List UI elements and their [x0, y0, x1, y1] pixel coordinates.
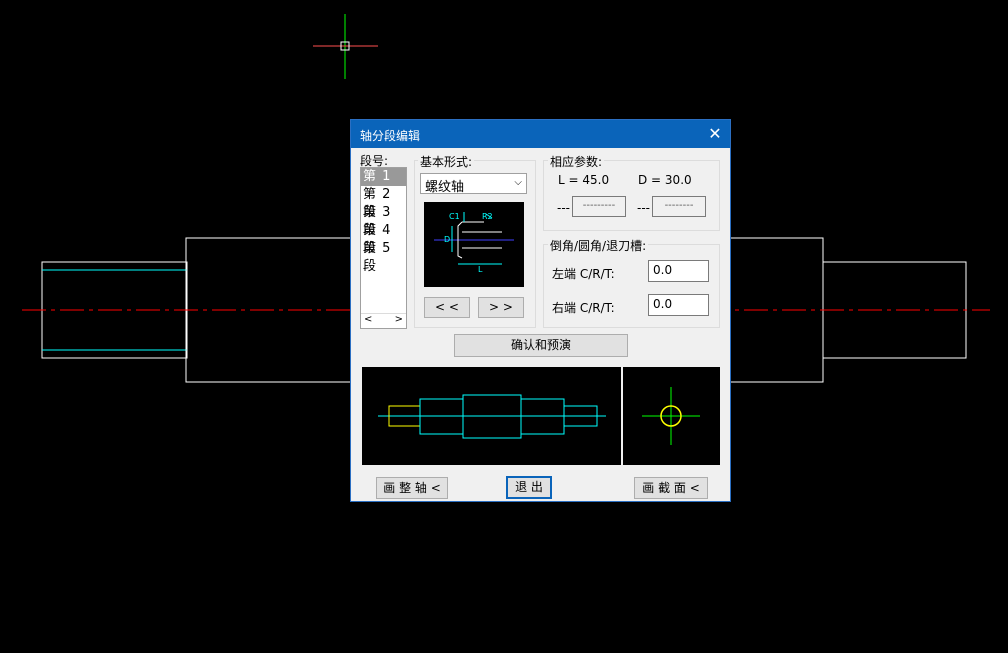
- preview-label-l: L: [478, 265, 483, 274]
- section-preview-panel: [623, 367, 720, 465]
- param-extra2-field[interactable]: --------: [652, 196, 706, 217]
- param-l-value: L = 45.0: [558, 173, 610, 187]
- exit-button[interactable]: 退 出: [506, 476, 552, 499]
- shaft-preview-svg: [378, 394, 606, 439]
- preview-label-r2: R2: [482, 212, 493, 221]
- left-end-label: 左端 C/R/T:: [552, 267, 615, 281]
- prev-form-button[interactable]: < <: [424, 297, 470, 318]
- preview-label-d: D: [444, 235, 450, 244]
- basic-form-value: 螺纹轴: [425, 180, 465, 195]
- preview-profile: [457, 234, 463, 259]
- right-end-input[interactable]: 0.0: [648, 294, 709, 316]
- draw-section-button[interactable]: 画 截 面 <: [634, 477, 708, 499]
- list-horizontal-scrollbar[interactable]: < >: [361, 313, 406, 328]
- segment-listbox[interactable]: 第 1 段 第 2 段 第 3 段 第 4 段 第 5 段 < >: [360, 167, 407, 329]
- chevron-down-icon[interactable]: ⌵: [514, 177, 522, 188]
- param-extra1-prefix: ---: [557, 201, 570, 215]
- segment-item-1[interactable]: 第 1 段: [361, 168, 406, 202]
- segment-item-2[interactable]: 第 2 段: [361, 186, 406, 220]
- shaft-preview-panel: [362, 367, 621, 465]
- preview-label-c1: C1: [449, 212, 460, 221]
- basic-form-select[interactable]: 螺纹轴 ⌵: [420, 173, 527, 195]
- section-preview-svg: [642, 387, 700, 445]
- right-end-label: 右端 C/R/T:: [552, 301, 615, 315]
- dialog-title: 轴分段编辑: [360, 129, 421, 143]
- param-extra1-field[interactable]: ---------: [572, 196, 626, 217]
- segment-item-4[interactable]: 第 4 段: [361, 222, 406, 256]
- basic-form-label: 基本形式:: [418, 153, 475, 170]
- segment-item-3[interactable]: 第 3 段: [361, 204, 406, 238]
- segment-item-5[interactable]: 第 5 段: [361, 240, 406, 274]
- param-d-value: D = 30.0: [638, 173, 692, 187]
- thread-shaft-preview-svg: C1 R2 D L: [434, 212, 514, 274]
- next-form-button[interactable]: > >: [478, 297, 524, 318]
- draw-shaft-button[interactable]: 画 整 轴 <: [376, 477, 448, 499]
- scroll-right-icon[interactable]: >: [395, 314, 403, 325]
- chamfer-label: 倒角/圆角/退刀槽:: [548, 237, 649, 254]
- close-icon[interactable]: ✕: [707, 124, 723, 143]
- params-label: 相应参数:: [548, 153, 605, 170]
- basic-form-preview: C1 R2 D L: [424, 202, 524, 287]
- param-extra2-prefix: ---: [637, 201, 650, 215]
- confirm-preview-button[interactable]: 确认和预演: [454, 334, 628, 357]
- shaft-segment-edit-dialog: 轴分段编辑 ✕ 段号: 第 1 段 第 2 段 第 3 段 第 4 段 第 5 …: [350, 119, 731, 502]
- scroll-left-icon[interactable]: <: [364, 314, 372, 325]
- dialog-title-bar[interactable]: 轴分段编辑 ✕: [351, 120, 730, 148]
- left-end-input[interactable]: 0.0: [648, 260, 709, 282]
